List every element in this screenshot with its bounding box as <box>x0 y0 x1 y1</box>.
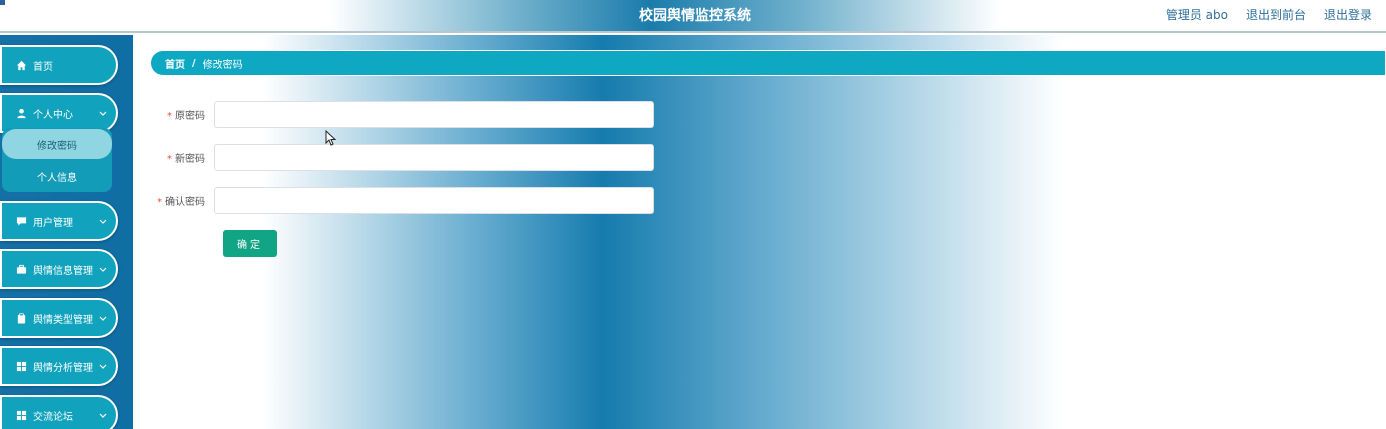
chevron-down-icon <box>99 411 107 422</box>
sidebar-item-sentiment-analysis-management[interactable]: 舆情分析管理 <box>0 346 118 386</box>
personal-center-submenu: 修改密码 个人信息 <box>2 128 112 192</box>
chevron-down-icon <box>99 314 107 325</box>
chevron-down-icon <box>99 217 107 228</box>
old-password-label: * 原密码 <box>150 107 214 122</box>
new-password-row: * 新密码 <box>150 144 654 171</box>
sidebar-item-label: 舆情分析管理 <box>33 362 93 374</box>
grid-icon <box>15 409 27 421</box>
required-mark: * <box>157 197 162 208</box>
sidebar-item-label: 舆情信息管理 <box>33 265 93 277</box>
breadcrumb-current: 修改密码 <box>202 59 243 71</box>
submit-button[interactable]: 确定 <box>223 230 277 257</box>
old-password-row: * 原密码 <box>150 101 654 128</box>
sidebar-item-label: 交流论坛 <box>33 411 73 423</box>
confirm-password-label: * 确认密码 <box>150 193 214 208</box>
grid-icon <box>15 360 27 372</box>
sidebar-item-home[interactable]: 首页 <box>0 45 118 85</box>
new-password-label: * 新密码 <box>150 150 214 165</box>
submenu-item-personal-info[interactable]: 个人信息 <box>2 161 112 191</box>
clipboard-icon <box>15 312 27 324</box>
old-password-input[interactable] <box>214 101 654 128</box>
chat-icon <box>15 215 27 227</box>
header-links: 管理员 abo 退出到前台 退出登录 <box>1166 6 1372 23</box>
header-corner-mark <box>0 0 5 5</box>
chevron-down-icon <box>99 265 107 276</box>
sidebar-item-personal-center[interactable]: 个人中心 <box>0 93 118 133</box>
sidebar-item-sentiment-info-management[interactable]: 舆情信息管理 <box>0 249 118 289</box>
confirm-password-input[interactable] <box>214 187 654 214</box>
sidebar-item-label: 个人中心 <box>33 109 73 121</box>
required-mark: * <box>167 111 172 122</box>
mouse-cursor-icon <box>325 129 337 149</box>
user-icon <box>15 107 27 119</box>
admin-user-link[interactable]: 管理员 abo <box>1166 6 1228 23</box>
main-content-background <box>133 35 1386 429</box>
breadcrumb-separator: / <box>192 57 196 69</box>
new-password-input[interactable] <box>214 144 654 171</box>
sidebar-item-forum[interactable]: 交流论坛 <box>0 395 118 429</box>
sidebar-item-sentiment-type-management[interactable]: 舆情类型管理 <box>0 298 118 338</box>
chevron-down-icon <box>99 362 107 373</box>
confirm-password-row: * 确认密码 <box>150 187 654 214</box>
breadcrumb: 首页 / 修改密码 <box>150 50 1386 76</box>
logout-link[interactable]: 退出登录 <box>1324 6 1372 23</box>
home-icon <box>15 59 27 71</box>
sidebar-item-label: 用户管理 <box>33 217 73 229</box>
breadcrumb-home-link[interactable]: 首页 <box>165 56 185 71</box>
sidebar-item-user-management[interactable]: 用户管理 <box>0 201 118 241</box>
sidebar-item-label: 首页 <box>33 61 53 73</box>
briefcase-icon <box>15 263 27 275</box>
field-label-text: 原密码 <box>175 111 205 122</box>
required-mark: * <box>167 154 172 165</box>
app-title: 校园舆情监控系统 <box>639 8 751 24</box>
submenu-item-change-password[interactable]: 修改密码 <box>2 129 112 159</box>
sidebar-item-label: 舆情类型管理 <box>33 314 93 326</box>
field-label-text: 新密码 <box>175 154 205 165</box>
field-label-text: 确认密码 <box>165 197 205 208</box>
chevron-down-icon <box>99 109 107 120</box>
top-header: 校园舆情监控系统 管理员 abo 退出到前台 退出登录 <box>0 0 1386 33</box>
exit-to-front-link[interactable]: 退出到前台 <box>1246 6 1306 23</box>
